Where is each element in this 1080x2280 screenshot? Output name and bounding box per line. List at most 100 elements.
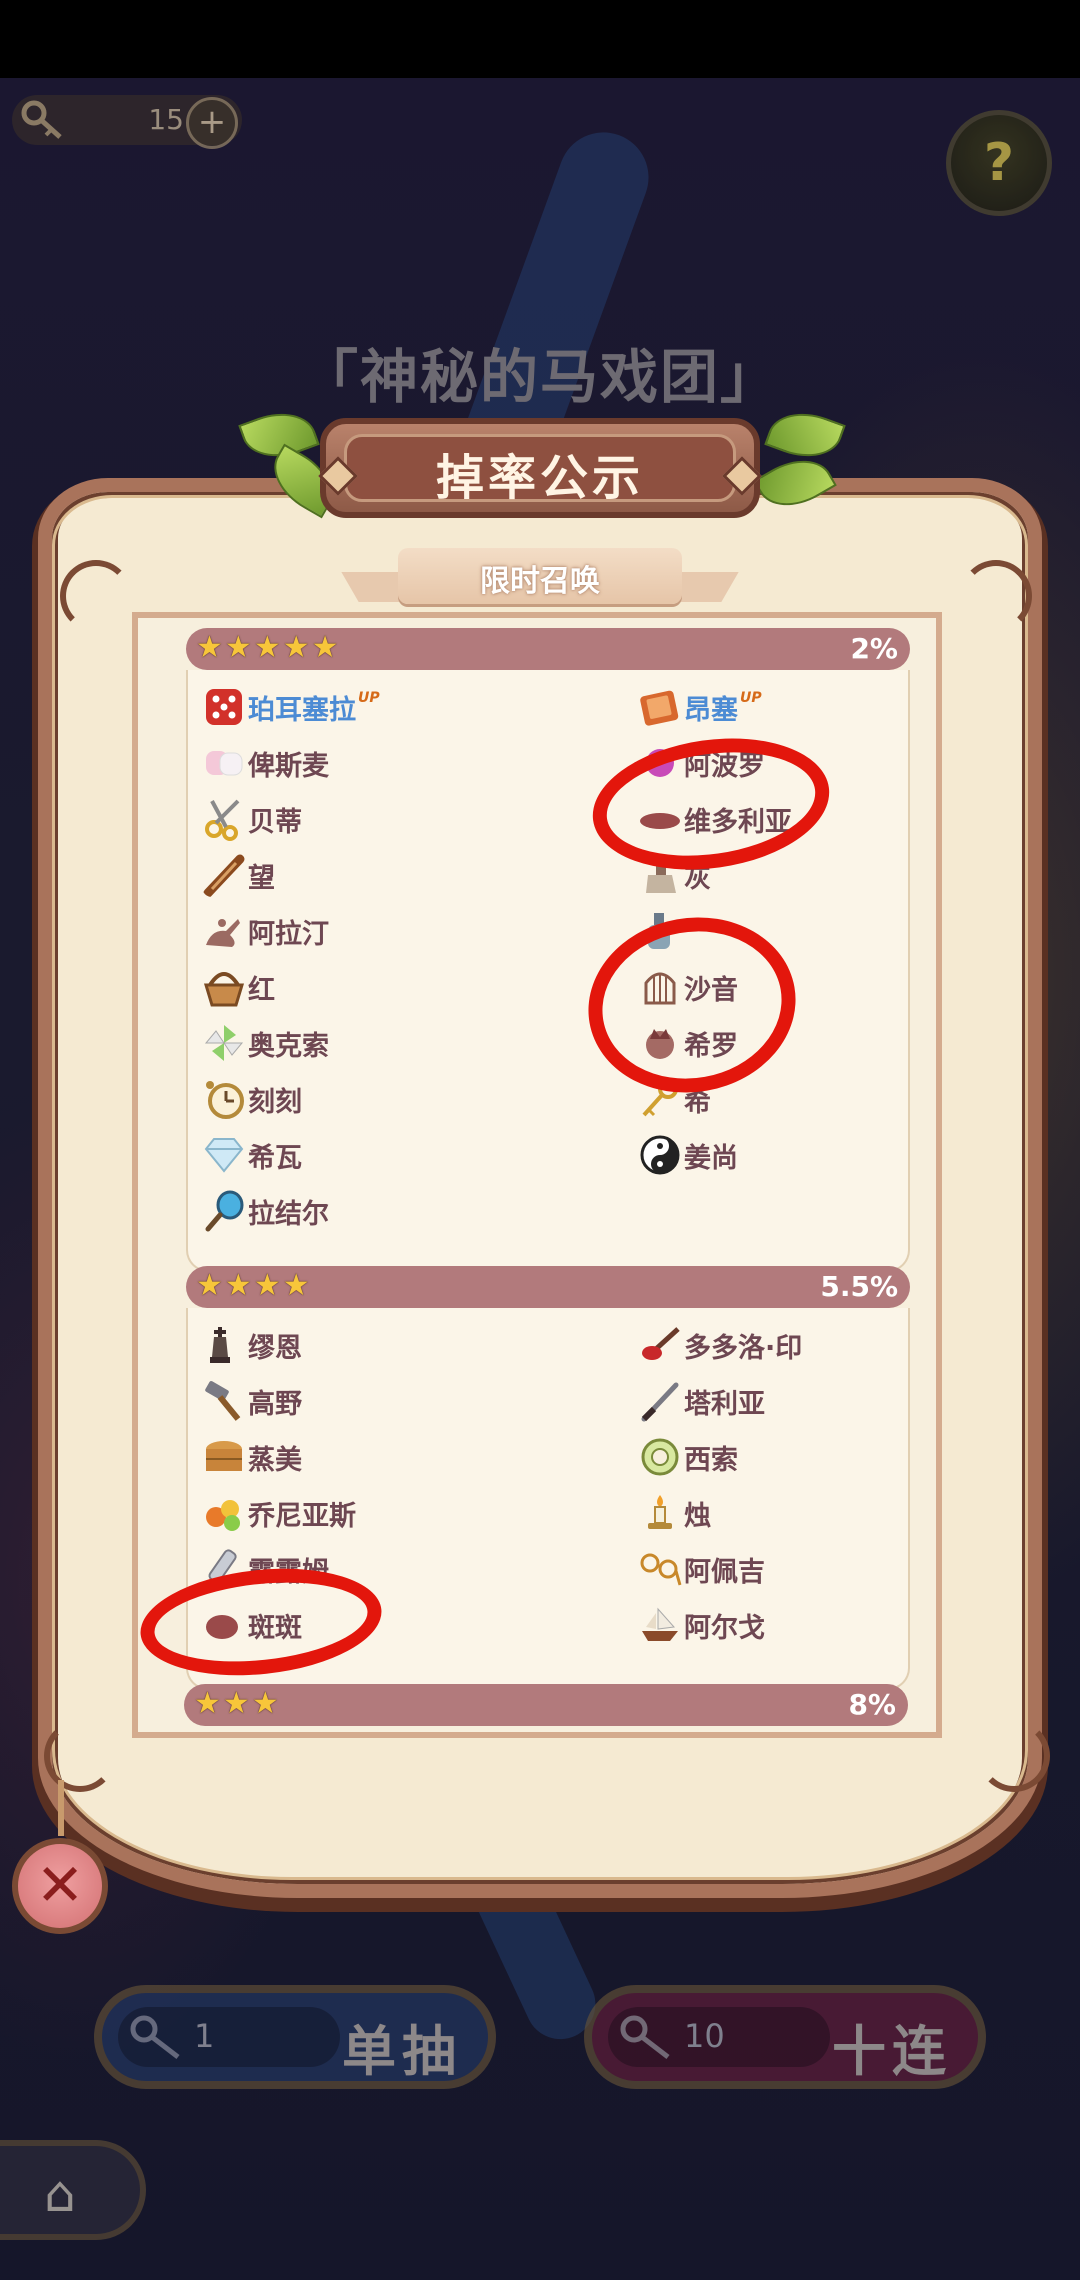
three-star-rating xyxy=(194,1688,279,1722)
seal-stamp-icon xyxy=(642,1327,680,1360)
star-icon xyxy=(223,1688,250,1722)
pocket-watch-icon xyxy=(206,1081,244,1119)
four-star-rating xyxy=(196,1270,310,1304)
key-icon xyxy=(21,100,62,139)
knife-icon xyxy=(641,1382,679,1422)
section-header-three-star: 8% xyxy=(184,1684,908,1726)
basket-icon xyxy=(203,972,245,1007)
corner-ornament xyxy=(960,560,1032,632)
single-pull-button[interactable]: 1 单抽 xyxy=(94,1985,496,2089)
ten-pull-button[interactable]: 10 十连 xyxy=(584,1985,986,2089)
four-star-rate: 5.5% xyxy=(820,1270,898,1303)
list-item: 烛 xyxy=(638,1488,711,1538)
key-currency-counter: 15 + xyxy=(12,95,242,149)
list-item: 阿拉汀 xyxy=(202,906,329,956)
list-item: 奥克索 xyxy=(202,1018,329,1068)
character-name: 蒸美 xyxy=(248,1444,302,1476)
genie-lamp-icon xyxy=(206,919,240,947)
key-icon xyxy=(620,2015,670,2059)
character-name: 烛 xyxy=(684,1500,711,1532)
corner-ornament xyxy=(44,1720,116,1792)
add-keys-button[interactable]: + xyxy=(186,97,238,149)
list-item: 高野 xyxy=(202,1376,302,1426)
list-item: 塔利亚 xyxy=(638,1376,765,1426)
list-item: 贝蒂 xyxy=(202,794,302,844)
help-button[interactable]: ? xyxy=(946,110,1052,216)
single-pull-label: 单抽 xyxy=(342,2020,462,2083)
star-icon xyxy=(196,1270,223,1304)
three-star-rate: 8% xyxy=(848,1688,896,1721)
ten-pull-label: 十连 xyxy=(832,2020,952,2083)
character-name: 贝蒂 xyxy=(248,806,302,838)
corner-ornament xyxy=(60,560,132,632)
key-icon xyxy=(130,2015,180,2059)
character-name: 阿尔戈 xyxy=(684,1612,765,1644)
mirror-icon xyxy=(205,1190,244,1232)
three-star-section: 8% xyxy=(184,1684,908,1732)
character-name: 拉结尔 xyxy=(248,1198,329,1230)
list-item: 阿尔戈 xyxy=(638,1600,765,1650)
yin-yang-icon xyxy=(640,1135,680,1175)
panel-subtitle: 限时召唤 xyxy=(480,564,600,599)
book-icon xyxy=(640,690,679,726)
character-name: 姜尚 xyxy=(684,1142,738,1174)
up-badge: UP xyxy=(740,690,762,706)
corner-ornament xyxy=(978,1720,1050,1792)
home-icon: ⌂ xyxy=(44,2165,76,2223)
list-item: 珀耳塞拉 UP xyxy=(202,682,380,732)
telescope-icon xyxy=(203,854,245,897)
list-item: 刻刻 xyxy=(202,1074,302,1124)
star-icon xyxy=(254,632,281,666)
list-item: 乔尼亚斯 xyxy=(202,1488,356,1538)
character-name: 珀耳塞拉 xyxy=(248,694,356,726)
dice-icon xyxy=(206,689,242,725)
character-name: 阿拉汀 xyxy=(248,918,329,950)
up-badge: UP xyxy=(358,690,380,706)
subtitle-ribbon: 限时召唤 xyxy=(398,548,682,604)
character-name: 昂塞 xyxy=(684,694,738,726)
list-item: 姜尚 xyxy=(638,1130,738,1180)
character-name: 乔尼亚斯 xyxy=(248,1500,356,1532)
star-icon xyxy=(194,1688,221,1722)
status-bar xyxy=(0,0,1080,78)
home-button[interactable]: ⌂ xyxy=(0,2140,146,2240)
star-icon xyxy=(252,1688,279,1722)
section-header-four-star: 5.5% xyxy=(186,1266,910,1308)
list-item: 俾斯麦 xyxy=(202,738,329,788)
character-name: 望 xyxy=(248,862,275,894)
five-star-rating xyxy=(196,632,339,666)
chess-king-icon xyxy=(210,1327,230,1363)
list-item: 阿佩吉 xyxy=(638,1544,765,1594)
list-item: 望 xyxy=(202,850,275,900)
key-count: 15 xyxy=(148,103,184,136)
character-name: 缪恩 xyxy=(248,1332,302,1364)
star-icon xyxy=(196,632,223,666)
diamond-icon xyxy=(204,1138,244,1173)
star-icon xyxy=(283,1270,310,1304)
character-name: 多多洛·印 xyxy=(684,1332,803,1364)
ship-icon xyxy=(642,1607,678,1641)
list-item: 西索 xyxy=(638,1432,738,1482)
close-button[interactable]: ✕ xyxy=(12,1838,108,1934)
steamer-icon xyxy=(206,1441,242,1471)
section-header-five-star: 2% xyxy=(186,628,910,670)
pinwheel-icon xyxy=(204,1025,244,1061)
star-icon xyxy=(312,632,339,666)
panel-header: 掉率公示 xyxy=(318,418,762,518)
candle-icon xyxy=(648,1495,672,1529)
character-name: 高野 xyxy=(248,1388,302,1420)
character-name: 塔利亚 xyxy=(684,1388,765,1420)
character-name: 奥克索 xyxy=(248,1030,329,1062)
list-item: 蒸美 xyxy=(202,1432,302,1482)
star-icon xyxy=(225,1270,252,1304)
single-pull-cost: 1 xyxy=(194,2017,215,2055)
scissors-icon xyxy=(205,799,240,841)
star-icon xyxy=(254,1270,281,1304)
character-name: 刻刻 xyxy=(248,1086,302,1118)
ten-pull-cost: 10 xyxy=(684,2017,725,2055)
character-name: 西索 xyxy=(684,1444,738,1476)
glasses-icon xyxy=(640,1553,682,1586)
fruit-icon xyxy=(206,1500,240,1531)
list-item: 红 xyxy=(202,962,275,1012)
list-item: 拉结尔 xyxy=(202,1186,329,1236)
